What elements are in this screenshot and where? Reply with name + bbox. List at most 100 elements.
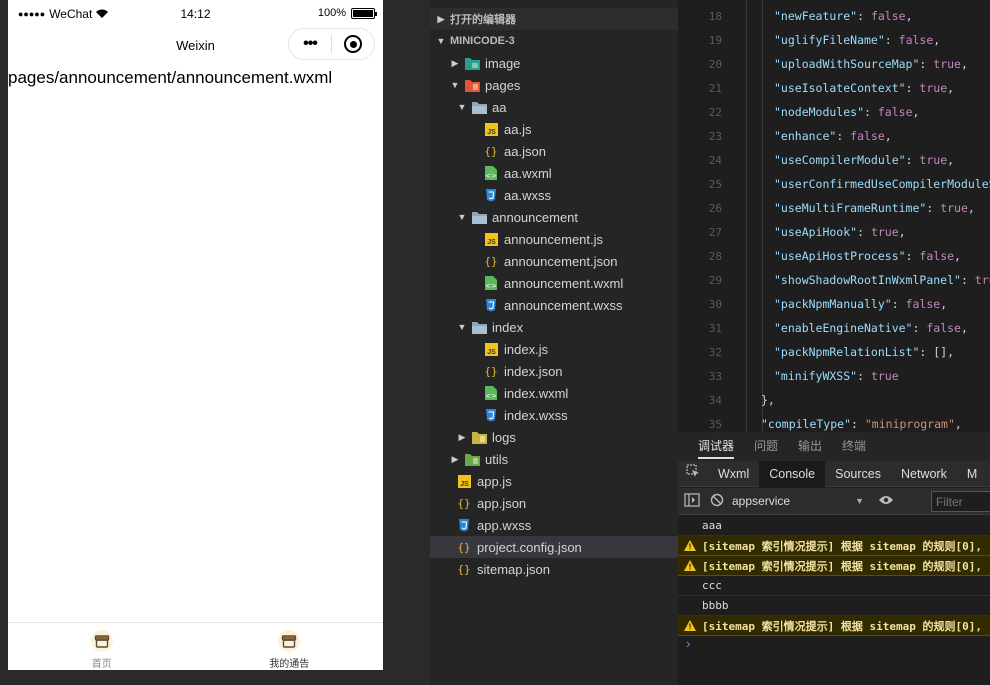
file-name: aa.wxss — [504, 187, 551, 203]
devtab-console[interactable]: Console — [759, 460, 826, 487]
line-number: 18 — [708, 9, 722, 23]
colon: : — [891, 297, 906, 311]
file-row[interactable]: <> index.wxml — [430, 382, 678, 404]
code-text: "useApiHook": true, — [774, 225, 906, 239]
tab-my-announcement[interactable]: 我的通告 — [196, 623, 384, 670]
more-button[interactable]: ••• — [289, 35, 331, 53]
svg-text:{}: {} — [457, 541, 470, 554]
line-number: 28 — [708, 249, 722, 263]
json-key: "userConfirmedUseCompilerModuleSw — [774, 177, 990, 191]
json-key: "compileType" — [761, 417, 852, 431]
chevron-down-icon: ▼ — [450, 80, 460, 90]
file-row[interactable]: index.wxss — [430, 404, 678, 426]
code-text: "enableEngineNative": false, — [774, 321, 968, 335]
file-row[interactable]: app.wxss — [430, 514, 678, 536]
close-miniprogram-button[interactable] — [332, 35, 374, 53]
tab-debugger[interactable]: 调试器 — [698, 432, 735, 461]
clear-console-icon[interactable] — [710, 493, 724, 510]
context-select[interactable]: appservice ▼ — [732, 494, 864, 508]
folder-row[interactable]: ▶ logs — [430, 426, 678, 448]
devtab-wxml[interactable]: Wxml — [708, 461, 759, 487]
file-name: announcement.wxml — [504, 275, 624, 291]
colon: : — [905, 249, 920, 263]
chevron-down-icon: ▼ — [457, 322, 467, 332]
inspect-element-icon[interactable] — [678, 461, 708, 487]
file-row[interactable]: aa.wxss — [430, 184, 678, 206]
section-project[interactable]: ▼ MINICODE-3 — [430, 30, 678, 52]
console-message: bbbb — [702, 599, 729, 612]
svg-text:{}: {} — [457, 497, 470, 510]
code-line: 28 "useApiHostProcess": false, — [678, 244, 990, 268]
tab-home[interactable]: 首页 — [8, 623, 196, 670]
tab-terminal[interactable]: 终端 — [842, 432, 866, 461]
js-file-icon: JS — [456, 473, 472, 489]
json-key: "newFeature" — [774, 9, 858, 23]
console-prompt-row[interactable]: › — [678, 636, 990, 656]
json-value: true — [870, 225, 899, 239]
devtab-network[interactable]: Network — [891, 461, 957, 487]
folder-row[interactable]: ▶ image — [430, 52, 678, 74]
shop-icon — [278, 630, 301, 652]
colon: : — [919, 345, 934, 359]
file-row[interactable]: JS index.js — [430, 338, 678, 360]
file-row[interactable]: JS app.js — [430, 470, 678, 492]
filter-input[interactable] — [931, 491, 990, 512]
code-editor[interactable]: 18 "newFeature": false, 19 "uglifyFileName"… — [678, 0, 990, 432]
simulator-panel: ●●●●● WeChat 14:12 100% Weixin ••• pages… — [0, 0, 430, 685]
code-text: "useApiHostProcess": false, — [774, 249, 961, 263]
file-row[interactable]: JS aa.js — [430, 118, 678, 140]
chevron-right-icon: ▶ — [451, 57, 459, 68]
devtab-sources[interactable]: Sources — [825, 461, 891, 487]
file-explorer: ▶ 打开的编辑器 ▼ MINICODE-3 ▶ image ▼ pages ▼ aa JS a… — [430, 0, 678, 685]
json-key: "packNpmManually" — [774, 297, 892, 311]
folder-row[interactable]: ▼ index — [430, 316, 678, 338]
file-row[interactable]: {} project.config.json — [430, 536, 678, 558]
warning-icon — [684, 540, 696, 554]
file-row[interactable]: {} announcement.json — [430, 250, 678, 272]
console-log: aaa — [678, 516, 990, 536]
tab-problems[interactable]: 问题 — [754, 432, 778, 461]
eye-icon[interactable] — [878, 494, 894, 508]
file-row[interactable]: {} aa.json — [430, 140, 678, 162]
file-row[interactable]: {} index.json — [430, 360, 678, 382]
tab-output[interactable]: 输出 — [798, 432, 822, 461]
folder-row[interactable]: ▶ utils — [430, 448, 678, 470]
punctuation: , — [898, 225, 906, 239]
json-value: false — [850, 129, 885, 143]
folder-row[interactable]: ▼ pages — [430, 74, 678, 96]
sidebar-toggle-icon[interactable] — [684, 492, 700, 510]
punctuation: , — [933, 33, 941, 47]
section-open-editors[interactable]: ▶ 打开的编辑器 — [430, 8, 678, 30]
wxss-file-icon — [456, 517, 472, 533]
line-number: 35 — [708, 417, 722, 431]
wxml-file-icon: <> — [483, 165, 499, 181]
json-value: true — [870, 369, 899, 383]
json-file-icon: {} — [483, 143, 499, 159]
folder-row[interactable]: ▼ aa — [430, 96, 678, 118]
json-file-icon: {} — [483, 253, 499, 269]
code-text: "minifyWXSS": true — [774, 369, 899, 383]
file-name: app.js — [477, 473, 512, 489]
file-row[interactable]: <> aa.wxml — [430, 162, 678, 184]
colon: : — [857, 369, 871, 383]
json-key: "useApiHostProcess" — [774, 249, 906, 263]
console-toolbar: appservice ▼ — [678, 488, 990, 515]
file-row[interactable]: {} sitemap.json — [430, 558, 678, 580]
punctuation: , — [947, 345, 955, 359]
debug-panel: 调试器 问题 输出 终端 Wxml Console Sources Networ… — [678, 432, 990, 685]
file-row[interactable]: {} app.json — [430, 492, 678, 514]
json-value: }, — [761, 393, 775, 407]
file-row[interactable]: <> announcement.wxml — [430, 272, 678, 294]
file-row[interactable]: announcement.wxss — [430, 294, 678, 316]
svg-text:<>: <> — [485, 282, 497, 290]
punctuation: , — [947, 153, 955, 167]
code-line: 33 "minifyWXSS": true — [678, 364, 990, 388]
colon: : — [926, 201, 941, 215]
file-row[interactable]: JS announcement.js — [430, 228, 678, 250]
code-text: "useMultiFrameRuntime": true, — [774, 201, 975, 215]
line-number: 22 — [708, 105, 722, 119]
json-value: false — [898, 33, 934, 47]
code-text: "showShadowRootInWxmlPanel": true — [774, 273, 990, 287]
devtab-more[interactable]: M — [957, 461, 987, 487]
folder-row[interactable]: ▼ announcement — [430, 206, 678, 228]
